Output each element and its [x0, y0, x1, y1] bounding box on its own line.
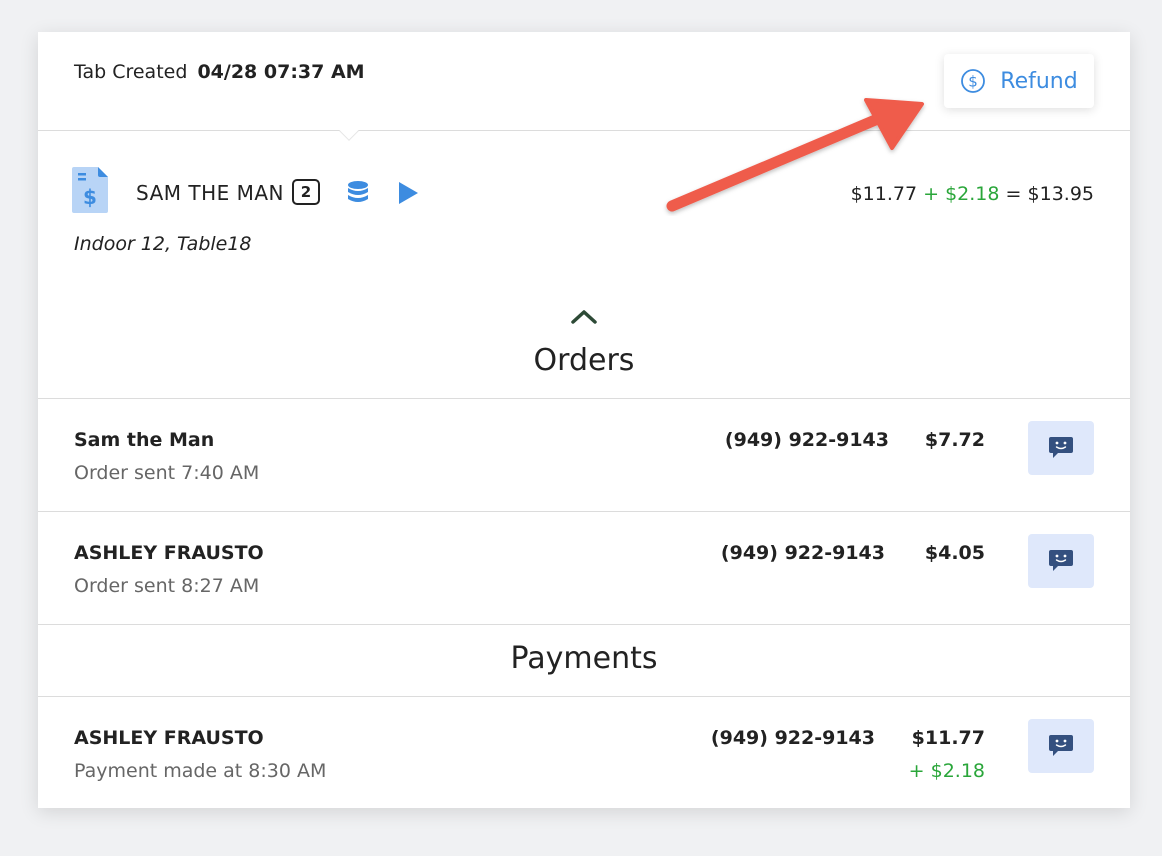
- customer-name: SAM THE MAN: [136, 181, 285, 205]
- tab-created-value: 04/28 07:37 AM: [197, 61, 365, 83]
- tab-header: Tab Created 04/28 07:37 AM $ Refund: [38, 32, 1130, 141]
- tab-created-label: Tab Created: [74, 61, 188, 83]
- tab-tip: $2.18: [945, 183, 1000, 205]
- order-amount: $7.72: [924, 429, 985, 451]
- payment-tip: + $2.18: [908, 760, 985, 782]
- tab-location: Indoor 12, Table18: [74, 233, 252, 255]
- svg-text:$: $: [83, 185, 97, 209]
- database-icon[interactable]: [346, 180, 370, 206]
- order-phone: (949) 922-9143: [724, 429, 889, 451]
- tab-plus-sign: +: [923, 183, 940, 205]
- guest-count-badge: 2: [292, 179, 320, 205]
- tab-detail-card: Tab Created 04/28 07:37 AM $ Refund $ SA…: [38, 32, 1130, 808]
- tab-total: $13.95: [1027, 183, 1094, 205]
- tab-totals: $11.77 + $2.18 = $13.95: [851, 183, 1094, 205]
- chat-bubble-icon: [1049, 550, 1073, 571]
- order-status: Order sent 7:40 AM: [74, 462, 260, 484]
- chat-bubble-icon: [1049, 735, 1073, 756]
- chat-bubble-icon: [1049, 437, 1073, 458]
- orders-title: Orders: [533, 343, 635, 378]
- order-row: ASHLEY FRAUSTO Order sent 8:27 AM (949) …: [38, 512, 1130, 625]
- tab-equals-sign: =: [1005, 183, 1022, 205]
- order-row: Sam the Man Order sent 7:40 AM (949) 922…: [38, 399, 1130, 512]
- orders-header: Orders: [38, 295, 1130, 399]
- order-customer-name: ASHLEY FRAUSTO: [74, 542, 264, 564]
- refund-label: Refund: [1000, 68, 1078, 94]
- svg-text:$: $: [969, 73, 979, 91]
- order-status: Order sent 8:27 AM: [74, 575, 260, 597]
- message-button[interactable]: [1028, 719, 1094, 773]
- order-phone: (949) 922-9143: [720, 542, 885, 564]
- payments-header: Payments: [38, 625, 1130, 697]
- receipt-document-icon: $: [72, 167, 108, 213]
- payment-customer-name: ASHLEY FRAUSTO: [74, 727, 264, 749]
- payment-row: ASHLEY FRAUSTO Payment made at 8:30 AM (…: [38, 697, 1130, 810]
- message-button[interactable]: [1028, 534, 1094, 588]
- tab-info: $ SAM THE MAN 2 $11.77 + $2.18 = $13.95 …: [38, 131, 1130, 295]
- tab-created: Tab Created 04/28 07:37 AM: [74, 61, 365, 83]
- chevron-up-icon[interactable]: [570, 307, 598, 325]
- payment-amount: $11.77: [911, 727, 985, 749]
- payment-status: Payment made at 8:30 AM: [74, 760, 327, 782]
- message-button[interactable]: [1028, 421, 1094, 475]
- order-customer-name: Sam the Man: [74, 429, 215, 451]
- payments-title: Payments: [510, 641, 658, 676]
- order-amount: $4.05: [924, 542, 985, 564]
- refund-button[interactable]: $ Refund: [944, 54, 1094, 108]
- payment-phone: (949) 922-9143: [710, 727, 875, 749]
- dollar-circle-icon: $: [960, 68, 986, 94]
- tab-subtotal: $11.77: [850, 183, 918, 205]
- play-icon[interactable]: [396, 181, 420, 205]
